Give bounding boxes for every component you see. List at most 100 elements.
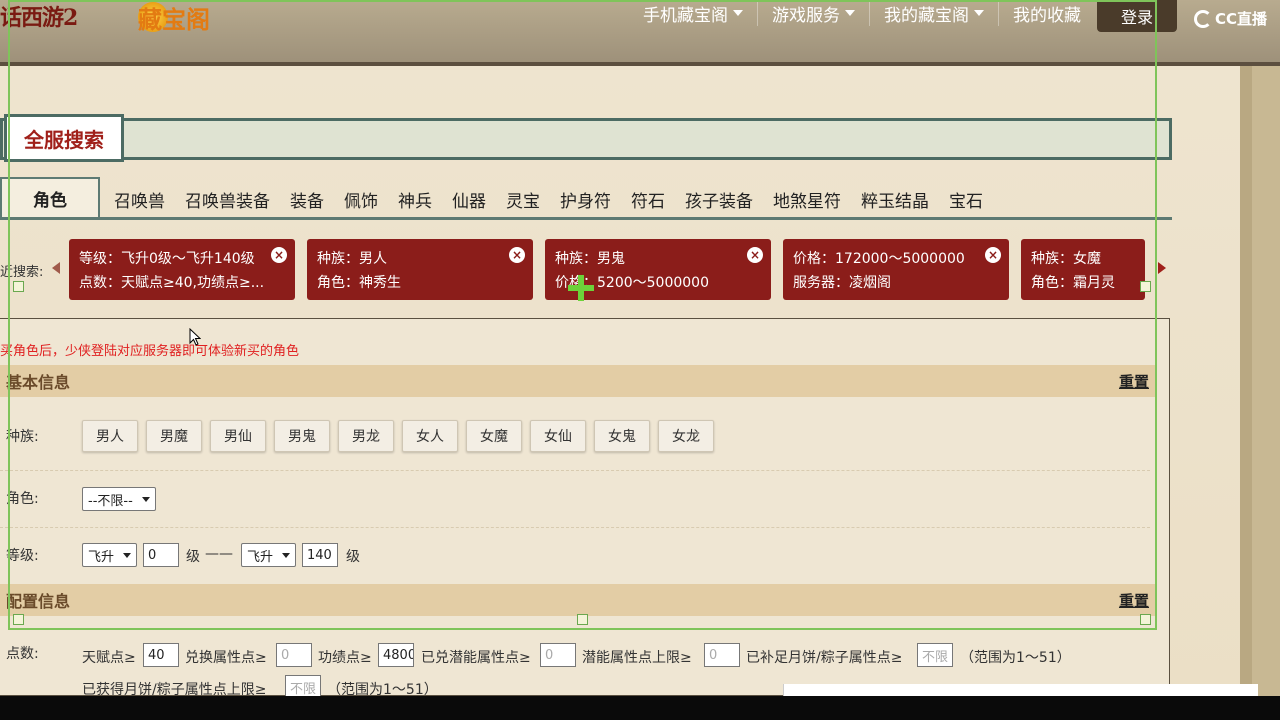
config-reset-link[interactable]: 重置: [1119, 590, 1149, 611]
tab-earth-star[interactable]: 地煞星符: [763, 181, 851, 217]
chevron-down-icon: [974, 10, 984, 16]
resize-handle[interactable]: [13, 281, 24, 292]
race-button[interactable]: 男鬼: [274, 420, 330, 452]
level-label: 等级:: [6, 548, 39, 564]
merit-label: 功绩点≥: [318, 650, 372, 666]
chips-next-icon[interactable]: [1158, 262, 1166, 274]
close-icon[interactable]: ×: [985, 247, 1001, 263]
site-logo-text: 藏宝阁: [138, 4, 210, 34]
tab-accessory[interactable]: 佩饰: [334, 181, 388, 217]
level-separator: ——: [205, 546, 233, 562]
tab-amulet[interactable]: 护身符: [550, 181, 621, 217]
chevron-down-icon: [123, 552, 131, 558]
chevron-down-icon: [845, 10, 855, 16]
nav-my-favorites[interactable]: 我的收藏: [999, 1, 1095, 26]
potential-label: 已兑潜能属性点≥: [421, 650, 531, 666]
resize-handle[interactable]: [1140, 614, 1151, 625]
range-hint: （范围为1～51）: [960, 650, 1071, 666]
notice-text: 买角色后，少侠登陆对应服务器即可体验新买的角色: [0, 344, 300, 359]
race-button[interactable]: 女魔: [466, 420, 522, 452]
section-title: 配置信息: [6, 592, 71, 611]
level-min-input[interactable]: 0: [143, 543, 179, 567]
exchange-label: 兑换属性点≥: [185, 650, 267, 666]
site-header: 话西游2 藏宝阁 手机藏宝阁 游戏服务 我的藏宝阁 我的收藏 登录 CC直播: [0, 0, 1280, 66]
close-icon[interactable]: ×: [747, 247, 763, 263]
nav-my-cbg[interactable]: 我的藏宝阁: [870, 0, 999, 26]
config-info-header: 配置信息 重置: [0, 584, 1155, 616]
tab-summon[interactable]: 召唤兽: [104, 181, 175, 217]
nav-mobile-cbg[interactable]: 手机藏宝阁: [629, 0, 758, 26]
race-label: 种族:: [6, 429, 39, 445]
resize-handle[interactable]: [1140, 281, 1151, 292]
search-title-bar: [0, 118, 1172, 160]
race-options: 男人 男魔 男仙 男鬼 男龙 女人 女魔 女仙 女鬼 女龙: [82, 420, 714, 452]
resize-handle[interactable]: [577, 614, 588, 625]
chevron-down-icon: [733, 10, 743, 16]
chips-prev-icon[interactable]: [52, 262, 60, 274]
tab-rune-stone[interactable]: 符石: [621, 181, 675, 217]
recent-search-chip[interactable]: 种族：女魔 角色：霜月灵: [1021, 239, 1145, 300]
close-icon[interactable]: ×: [509, 247, 525, 263]
chevron-down-icon: [282, 552, 290, 558]
move-cross-icon[interactable]: [568, 275, 594, 301]
tab-divine-weapon[interactable]: 神兵: [388, 181, 442, 217]
panel-border: [1252, 66, 1280, 696]
talent-label: 天赋点≥: [82, 650, 136, 666]
potential-max-input[interactable]: 0: [704, 643, 740, 667]
race-button[interactable]: 男魔: [146, 420, 202, 452]
race-button[interactable]: 女仙: [530, 420, 586, 452]
site-logo[interactable]: 藏宝阁: [138, 2, 210, 34]
top-nav: 手机藏宝阁 游戏服务 我的藏宝阁 我的收藏: [629, 0, 1095, 26]
tab-fairy-weapon[interactable]: 仙器: [442, 181, 496, 217]
mooncake-input[interactable]: 不限: [917, 643, 953, 667]
tab-gem[interactable]: 宝石: [939, 181, 993, 217]
cc-live-watermark: CC直播: [1194, 8, 1267, 29]
race-button[interactable]: 女龙: [658, 420, 714, 452]
chevron-down-icon: [142, 496, 150, 502]
mooncake-label: 已补足月饼/粽子属性点≥: [746, 650, 903, 666]
tab-equip[interactable]: 装备: [280, 181, 334, 217]
merit-input[interactable]: 4800: [378, 643, 414, 667]
exchange-input[interactable]: 0: [276, 643, 312, 667]
divider: [0, 470, 1150, 471]
cc-logo-icon: [1194, 9, 1212, 28]
mouse-cursor-icon: [189, 328, 201, 346]
basic-info-header: 基本信息 重置: [0, 365, 1155, 397]
nav-game-service[interactable]: 游戏服务: [758, 0, 870, 26]
level-min-type-select[interactable]: 飞升: [82, 543, 137, 567]
close-icon[interactable]: ×: [271, 247, 287, 263]
tab-spirit-treasure[interactable]: 灵宝: [496, 181, 550, 217]
tab-child-equip[interactable]: 孩子装备: [675, 181, 763, 217]
recent-search-chip[interactable]: 等级：飞升0级～飞升140级 点数：天赋点≥40,功绩点≥... ×: [69, 239, 295, 300]
level-unit: 级: [186, 549, 200, 565]
section-title: 基本信息: [6, 373, 71, 392]
talent-input[interactable]: 40: [143, 643, 179, 667]
potential-max-label: 潜能属性点上限≥: [582, 650, 692, 666]
search-title: 全服搜索: [4, 114, 124, 162]
role-label: 角色:: [6, 491, 39, 507]
level-max-type-select[interactable]: 飞升: [241, 543, 296, 567]
login-button[interactable]: 登录: [1097, 0, 1177, 32]
race-button[interactable]: 男人: [82, 420, 138, 452]
basic-reset-link[interactable]: 重置: [1119, 371, 1149, 392]
level-unit: 级: [346, 549, 360, 565]
game-logo[interactable]: 话西游2: [0, 0, 78, 32]
race-button[interactable]: 女鬼: [594, 420, 650, 452]
tab-role[interactable]: 角色: [0, 177, 100, 217]
potential-input[interactable]: 0: [540, 643, 576, 667]
level-max-input[interactable]: 140: [302, 543, 338, 567]
resize-handle[interactable]: [13, 614, 24, 625]
divider: [0, 527, 1150, 528]
category-tabs: 角色 召唤兽 召唤兽装备 装备 佩饰 神兵 仙器 灵宝 护身符 符石 孩子装备 …: [0, 177, 1172, 220]
screen-bottom-bar: [0, 696, 1280, 720]
tab-summon-equip[interactable]: 召唤兽装备: [175, 181, 280, 217]
recent-search-chip[interactable]: 价格：172000～5000000 服务器：凌烟阁 ×: [783, 239, 1009, 300]
points-label: 点数:: [6, 646, 39, 662]
race-button[interactable]: 男龙: [338, 420, 394, 452]
tab-jade-crystal[interactable]: 粹玉结晶: [851, 181, 939, 217]
race-button[interactable]: 女人: [402, 420, 458, 452]
recent-search-label: 近搜索:: [0, 265, 44, 280]
role-select[interactable]: --不限--: [82, 487, 156, 511]
race-button[interactable]: 男仙: [210, 420, 266, 452]
recent-search-chip[interactable]: 种族：男人 角色：神秀生 ×: [307, 239, 533, 300]
